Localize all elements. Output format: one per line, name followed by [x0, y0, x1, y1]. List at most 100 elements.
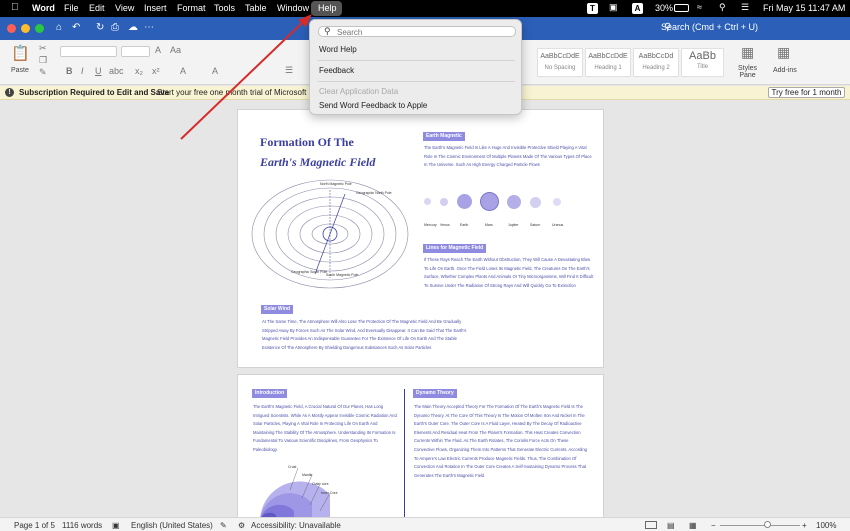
wifi-icon[interactable]: ≈ [697, 2, 702, 12]
redo-icon[interactable]: ↻ [96, 22, 104, 33]
word-count[interactable]: 1116 words [62, 521, 102, 530]
style-heading-2[interactable]: AaBbCcDd Heading 2 [633, 48, 679, 77]
style-name: No Spacing [544, 65, 576, 71]
print-icon[interactable]: ⎙ [111, 22, 119, 33]
close-window-button[interactable] [7, 24, 16, 33]
web-layout-icon[interactable]: ▤ [667, 521, 675, 530]
strikethrough-icon[interactable]: abc [109, 66, 124, 76]
copy-icon[interactable]: ❐ [39, 55, 47, 66]
para-earth-magnetic: The Earth's Magnetic Field Is Like A Hug… [424, 145, 592, 168]
para-introduction: The Earth's Magnetic Field, A Crucial Na… [253, 404, 397, 452]
zoom-out-icon[interactable]: − [711, 521, 716, 530]
zoom-slider-track[interactable] [720, 525, 800, 526]
layer-label: Mantle [302, 473, 313, 477]
font-size-select[interactable] [121, 46, 150, 57]
planet-label: Venus [440, 223, 450, 227]
underline-icon[interactable]: U [95, 66, 102, 76]
status-bar: Page 1 of 5 1116 words ▣ English (United… [0, 517, 850, 531]
page-count[interactable]: Page 1 of 5 [14, 521, 55, 530]
banner-message: Start your free one month trial of Micro… [157, 88, 318, 97]
minimize-window-button[interactable] [21, 24, 30, 33]
menu-item-feedback[interactable]: Feedback [319, 66, 354, 75]
styles-pane-icon[interactable]: ▦ [741, 44, 754, 61]
para-solar-wind: At The Same Time, The Atmosphere Will Al… [262, 319, 467, 350]
focus-icon[interactable]: ▦ [689, 521, 697, 530]
zoom-slider-thumb[interactable] [764, 521, 771, 528]
menu-app-word[interactable]: Word [32, 3, 55, 13]
control-center-icon[interactable]: ☰ [741, 2, 749, 13]
font-color-icon[interactable]: A [180, 66, 186, 76]
menu-insert[interactable]: Insert [144, 3, 167, 13]
add-ins-label[interactable]: Add-ins [773, 67, 797, 74]
superscript-icon[interactable]: x² [152, 66, 160, 76]
increase-font-icon[interactable]: A [155, 45, 161, 55]
menu-view[interactable]: View [115, 3, 134, 13]
bold-icon[interactable]: B [66, 66, 73, 76]
format-painter-icon[interactable]: ✎ [39, 67, 47, 78]
planet-label: Mercury [424, 223, 437, 227]
style-name: Title [696, 64, 709, 70]
cut-icon[interactable]: ✂ [39, 43, 47, 54]
search-spotlight-icon[interactable]: ⚲ [719, 2, 726, 13]
style-preview: AaBbCcDdE [540, 53, 580, 60]
tag-introduction: Introduction [252, 389, 288, 398]
menu-item-word-help[interactable]: Word Help [319, 45, 357, 54]
menu-window[interactable]: Window [277, 3, 309, 13]
more-icon[interactable]: ⋯ [144, 22, 154, 33]
style-preview: AaBbCcDd [638, 53, 674, 60]
menu-table[interactable]: Table [245, 3, 267, 13]
planet-label: Uranus [552, 223, 564, 227]
text-input-icon[interactable]: T [587, 3, 598, 14]
home-icon[interactable]: ⌂ [56, 22, 62, 33]
save-cloud-icon[interactable]: ☁ [128, 22, 138, 33]
align-left-icon[interactable]: ☰ [285, 65, 293, 76]
zoom-in-icon[interactable]: + [802, 521, 807, 530]
document-page-1[interactable]: Formation Of The Earth's Magnetic Field … [238, 110, 603, 367]
accessibility-icon[interactable]: ⚙ [238, 521, 245, 530]
highlight-icon[interactable]: A [212, 66, 218, 76]
language[interactable]: English (United States) [131, 521, 213, 530]
italic-icon[interactable]: I [81, 66, 84, 76]
subscript-icon[interactable]: x₂ [135, 66, 143, 76]
paste-icon[interactable]: 📋 [11, 44, 30, 62]
menu-file[interactable]: File [64, 3, 79, 13]
keyboard-layout-icon[interactable]: A [632, 3, 643, 14]
para-lines-magnetic: If These Rays Reach The Earth Without Ob… [424, 257, 594, 288]
print-layout-icon[interactable] [645, 521, 657, 529]
label-south-magnetic: South Magnetic Pole [326, 273, 359, 277]
menu-edit[interactable]: Edit [89, 3, 105, 13]
style-name: Heading 1 [594, 65, 622, 71]
tag-dynamo-theory: Dynamo Theory [413, 389, 457, 398]
change-case-icon[interactable]: Aa [170, 45, 181, 55]
battery-icon[interactable] [674, 4, 689, 12]
help-search-input[interactable] [337, 27, 507, 37]
menu-item-send-feedback-apple[interactable]: Send Word Feedback to Apple [319, 101, 427, 110]
planet-label: Saturn [530, 223, 541, 227]
style-name: Heading 2 [642, 65, 670, 71]
style-heading-1[interactable]: AaBbCcDdE Heading 1 [585, 48, 631, 77]
apple-icon[interactable]:  [11, 2, 19, 13]
menu-help[interactable]: Help [318, 3, 337, 13]
menu-tools[interactable]: Tools [214, 3, 235, 13]
zoom-window-button[interactable] [35, 24, 44, 33]
accessibility-status[interactable]: Accessibility: Unavailable [251, 521, 341, 530]
tag-solar-wind: Solar Wind [261, 305, 294, 314]
search-box[interactable]: Search (Cmd + Ctrl + U) [661, 22, 758, 32]
proofing-icon[interactable]: ▣ [112, 521, 120, 530]
help-search-field[interactable]: ⚲ [318, 26, 516, 37]
label-geo-south: Geographic South Pole [291, 270, 328, 274]
style-preview: AaBb [689, 50, 716, 62]
try-free-button[interactable]: Try free for 1 month [768, 87, 845, 98]
add-ins-icon[interactable]: ▦ [777, 44, 790, 61]
styles-pane-label[interactable]: Styles Pane [738, 65, 757, 79]
undo-icon[interactable]: ↶ [72, 22, 80, 33]
track-changes-icon[interactable]: ✎ [220, 521, 227, 530]
menu-format[interactable]: Format [177, 3, 206, 13]
font-name-select[interactable] [60, 46, 117, 57]
style-title[interactable]: AaBb Title [681, 48, 724, 77]
screen-record-icon[interactable]: ▣ [609, 2, 618, 13]
style-no-spacing[interactable]: AaBbCcDdE No Spacing [537, 48, 583, 77]
zoom-level[interactable]: 100% [816, 521, 836, 530]
document-page-2[interactable]: Introduction The Earth's Magnetic Field,… [238, 375, 603, 517]
battery-percent: 30% [655, 3, 674, 13]
